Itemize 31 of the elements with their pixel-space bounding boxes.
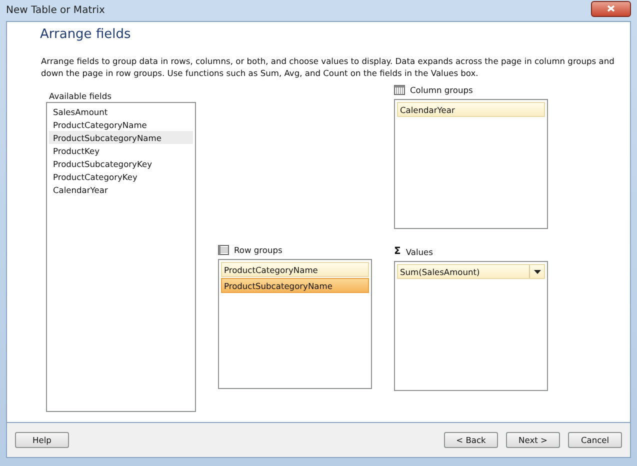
close-icon[interactable] — [607, 5, 615, 12]
field-item[interactable]: ProductSubcategoryKey — [49, 157, 193, 170]
close-button[interactable] — [591, 0, 631, 16]
field-item[interactable]: ProductKey — [49, 144, 193, 157]
next-button[interactable]: Next > — [506, 432, 560, 448]
field-chip[interactable]: ProductCategoryName — [221, 262, 369, 277]
field-item[interactable]: ProductCategoryName — [49, 118, 193, 131]
section-label: Row groups — [234, 244, 282, 254]
page-heading: Arrange fields — [40, 27, 132, 42]
section-label: Available fields — [49, 90, 112, 100]
description: Arrange fields to group data in rows, columns, or both, and choose values to display. Data expands across the page in column groups and down the page in row groups. Use functions such as Sum, Avg, and Count on the fields in the Values box. — [41, 55, 616, 79]
back-button[interactable]: < Back — [444, 432, 498, 448]
field-chip[interactable]: Sum(SalesAmount) — [397, 264, 545, 279]
section-label: Values — [406, 246, 433, 256]
drop-box[interactable]: CalendarYear — [394, 99, 548, 229]
cancel-button[interactable]: Cancel — [568, 432, 622, 448]
sigma-icon: Σ — [394, 246, 401, 257]
field-item[interactable]: ProductCategoryKey — [49, 170, 193, 183]
help-button[interactable]: Help — [15, 432, 69, 448]
field-item[interactable]: SalesAmount — [49, 105, 193, 118]
table-icon — [394, 84, 405, 94]
table-icon — [218, 244, 229, 254]
drop-box[interactable]: ProductCategoryName ProductSubcategoryName — [218, 259, 372, 389]
window-title: New Table or Matrix — [6, 5, 105, 16]
dropdown-caret-icon[interactable] — [534, 270, 540, 274]
drop-box[interactable]: Sum(SalesAmount) — [394, 261, 548, 391]
field-chip[interactable]: ProductSubcategoryName — [221, 278, 369, 293]
field-chip[interactable]: CalendarYear — [397, 102, 545, 117]
field-item[interactable]: CalendarYear — [49, 183, 193, 196]
section-label: Column groups — [410, 84, 473, 94]
field-item[interactable]: ProductSubcategoryName — [49, 131, 193, 144]
